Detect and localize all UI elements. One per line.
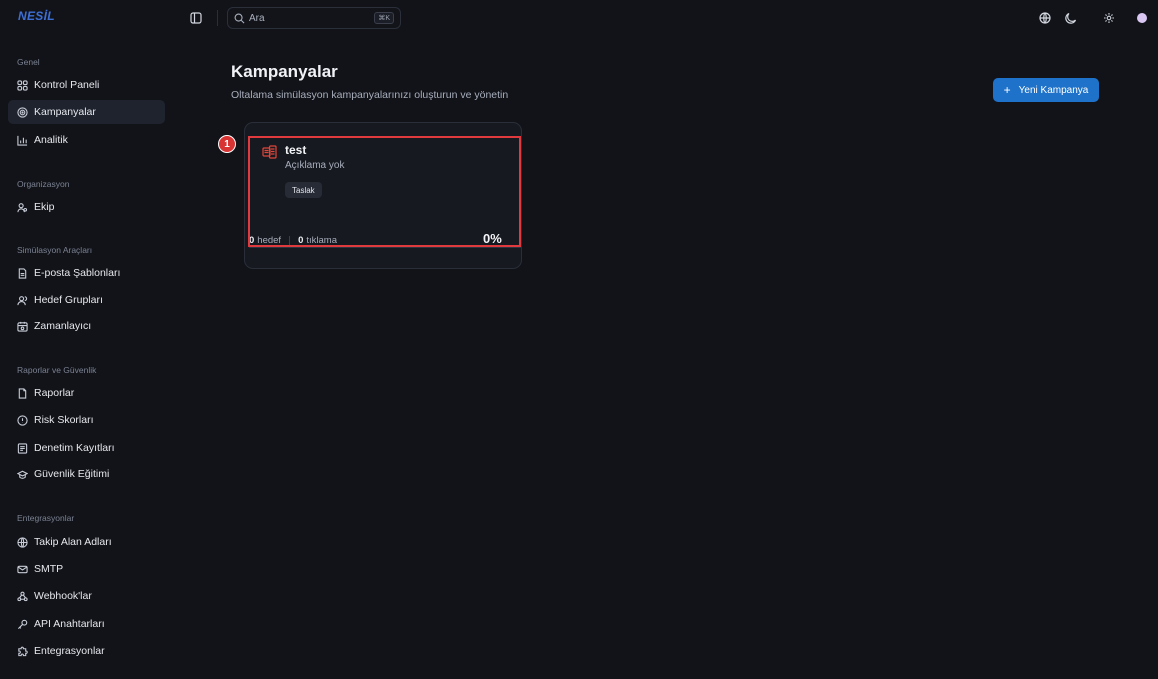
graduation-cap-icon [16, 468, 28, 480]
file-text-icon [16, 267, 28, 279]
section-label-simulasyon: Simülasyon Araçları [17, 245, 93, 255]
sidebar-item-label: Kampanyalar [34, 106, 96, 118]
sidebar-item-hedef-gruplari[interactable]: Hedef Grupları [8, 288, 165, 312]
sidebar-item-label: Analitik [34, 134, 68, 146]
user-group-icon [16, 294, 28, 306]
sidebar-item-label: Entegrasyonlar [34, 645, 105, 657]
sidebar-item-label: Webhook'lar [34, 590, 92, 602]
search-placeholder: Ara [249, 12, 265, 24]
sidebar-item-raporlar[interactable]: Raporlar [8, 381, 165, 405]
theme-toggle-button[interactable] [1062, 9, 1080, 27]
sidebar-item-zamanlayici[interactable]: Zamanlayıcı [8, 314, 165, 338]
section-label-raporlar-guvenlik: Raporlar ve Güvenlik [17, 365, 97, 375]
sidebar-item-label: SMTP [34, 563, 64, 575]
section-label-genel: Genel [17, 57, 40, 67]
sidebar-item-label: Zamanlayıcı [34, 320, 92, 332]
globe-icon [16, 536, 28, 548]
sidebar-item-label: API Anahtarları [34, 618, 105, 630]
settings-button[interactable] [1100, 9, 1118, 27]
bar-chart-icon [16, 134, 28, 146]
card-divider [249, 247, 521, 248]
toggle-sidebar-button[interactable] [187, 9, 205, 27]
sidebar-item-risk-skorlari[interactable]: Risk Skorları [8, 408, 165, 432]
sidebar-item-entegrasyonlar[interactable]: Entegrasyonlar [8, 639, 165, 663]
globe-icon [1039, 12, 1051, 24]
mail-icon [16, 563, 28, 575]
page-title: Kampanyalar [231, 62, 338, 81]
moon-icon [1065, 12, 1077, 24]
gear-icon [1104, 13, 1114, 23]
sidebar-item-takip-alan-adlari[interactable]: Takip Alan Adları [8, 530, 165, 554]
webhook-icon [16, 590, 28, 602]
target-icon [16, 106, 28, 118]
sidebar-item-e-posta-sablonlari[interactable]: E-posta Şablonları [8, 261, 165, 285]
page-subtitle: Oltalama simülasyon kampanyalarınızı olu… [231, 89, 509, 101]
sidebar-item-label: Takip Alan Adları [34, 536, 112, 548]
key-icon [16, 618, 28, 630]
section-label-organizasyon: Organizasyon [17, 179, 70, 189]
search-input[interactable]: Ara ⌘K [227, 7, 401, 29]
avatar[interactable] [1137, 13, 1147, 23]
grid-icon [16, 79, 28, 91]
new-campaign-button[interactable]: + Yeni Kampanya [993, 78, 1099, 102]
sidebar-item-label: Kontrol Paneli [34, 79, 100, 91]
audit-icon [16, 442, 28, 454]
sidebar-item-smtp[interactable]: SMTP [8, 557, 165, 581]
brand-logo[interactable]: NESİL [18, 9, 55, 23]
sidebar-item-denetim-kayitlari[interactable]: Denetim Kayıtları [8, 436, 165, 460]
step-marker: 1 [218, 135, 236, 153]
sidebar-item-label: Raporlar [34, 387, 75, 399]
sidebar-item-label: E-posta Şablonları [34, 267, 121, 279]
sidebar-item-label: Risk Skorları [34, 414, 94, 426]
app-window: NESİL Genel Kontrol Paneli Kampanyalar A… [0, 0, 1158, 679]
language-button[interactable] [1036, 9, 1054, 27]
sidebar-item-kampanyalar[interactable]: Kampanyalar [8, 100, 165, 124]
shield-icon [16, 414, 28, 426]
sidebar: NESİL Genel Kontrol Paneli Kampanyalar A… [0, 0, 172, 679]
calendar-icon [16, 320, 28, 332]
sidebar-item-analitik[interactable]: Analitik [8, 128, 165, 152]
plus-icon: + [1003, 83, 1011, 97]
search-icon [234, 13, 245, 23]
sidebar-item-ekip[interactable]: Ekip [8, 195, 165, 219]
search-shortcut: ⌘K [374, 12, 394, 24]
sidebar-item-webhooklar[interactable]: Webhook'lar [8, 584, 165, 608]
sidebar-item-guvenlik-egitimi[interactable]: Güvenlik Eğitimi [8, 462, 165, 486]
sidebar-item-label: Denetim Kayıtları [34, 442, 115, 454]
sidebar-item-label: Hedef Grupları [34, 294, 103, 306]
sidebar-item-label: Ekip [34, 201, 55, 213]
sidebar-item-kontrol-paneli[interactable]: Kontrol Paneli [8, 73, 165, 97]
sidebar-toggle-icon [190, 12, 202, 24]
sidebar-item-label: Güvenlik Eğitimi [34, 468, 110, 480]
users-icon [16, 201, 28, 213]
report-icon [16, 387, 28, 399]
highlight-box [248, 136, 521, 247]
section-label-entegrasyonlar: Entegrasyonlar [17, 513, 75, 523]
new-campaign-label: Yeni Kampanya [1018, 84, 1089, 96]
topbar-divider [217, 10, 218, 26]
puzzle-icon [16, 645, 28, 657]
sidebar-item-api-anahtarlari[interactable]: API Anahtarları [8, 612, 165, 636]
